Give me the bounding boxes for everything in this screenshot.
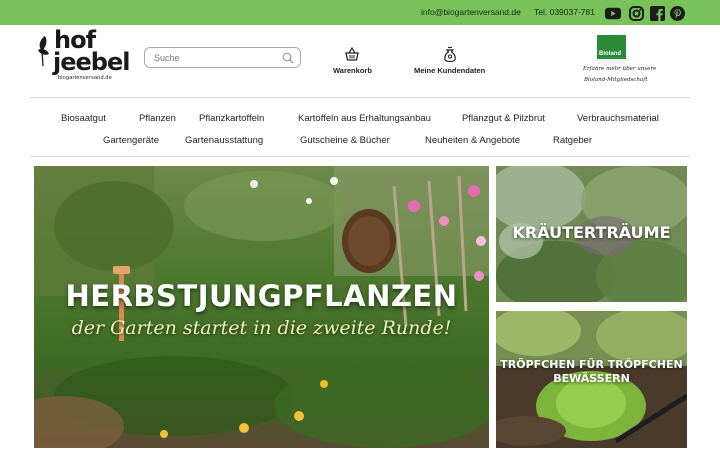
- cart-label: Warenkorb: [333, 66, 372, 75]
- bioland-logo-text: Bioland: [599, 51, 621, 57]
- bioland-logo: Bioland: [597, 35, 626, 64]
- banner-kraeutertraeume[interactable]: KRÄUTERTRÄUME: [496, 166, 687, 302]
- nav-gartengeraete[interactable]: Gartengeräte: [103, 135, 159, 146]
- nav-gutscheine-buecher[interactable]: Gutscheine & Bücher: [300, 135, 390, 146]
- nav-pflanzkartoffeln[interactable]: Pflanzkartoffeln: [199, 113, 264, 124]
- bewaesserung-title-line1: TRÖPFCHEN FÜR TRÖPFCHEN: [500, 358, 683, 371]
- facebook-icon[interactable]: [649, 5, 665, 21]
- nav-neuheiten-angebote[interactable]: Neuheiten & Angebote: [425, 135, 520, 146]
- hero-title: HERBSTJUNGPFLANZEN: [65, 279, 458, 313]
- nav-ratgeber[interactable]: Ratgeber: [553, 135, 592, 146]
- nav-pflanzgut-pilzbrut[interactable]: Pflanzgut & Pilzbrut: [462, 113, 545, 124]
- contact-phone: Tel. 039037-781: [534, 7, 595, 17]
- nav-pflanzen[interactable]: Pflanzen: [139, 113, 176, 124]
- header-divider: [30, 97, 690, 98]
- bewaesserung-title: TRÖPFCHEN FÜR TRÖPFCHEN BEWÄSSERN: [496, 358, 687, 386]
- kraeutertraeume-title: KRÄUTERTRÄUME: [512, 223, 671, 242]
- nav-biosaatgut[interactable]: Biosaatgut: [61, 113, 106, 124]
- hero-subtitle: der Garten startet in die zweite Runde!: [71, 317, 452, 339]
- hero-banner-herbstjungpflanzen[interactable]: HERBSTJUNGPFLANZEN der Garten startet in…: [34, 166, 489, 448]
- logo-url: biogartenversand.de: [58, 75, 112, 81]
- search-box: [144, 47, 301, 68]
- nav-gartenausstattung[interactable]: Gartenausstattung: [185, 135, 263, 146]
- pinterest-icon[interactable]: [669, 5, 685, 21]
- basket-icon: [345, 46, 360, 61]
- bioland-tagline-line2: Bioland-Mitgliedschaft: [584, 77, 648, 83]
- contact-email-link[interactable]: info@biogartenversand.de: [421, 7, 521, 17]
- bioland-tagline-line1: Erfahre mehr über unsere: [583, 66, 657, 72]
- search-icon[interactable]: [282, 52, 294, 64]
- search-input[interactable]: [154, 51, 274, 65]
- nav-verbrauchsmaterial[interactable]: Verbrauchsmaterial: [577, 113, 659, 124]
- top-bar: info@biogartenversand.de Tel. 039037-781: [0, 0, 720, 25]
- leaf-logo-icon: [38, 36, 49, 67]
- hof-jeebel-logo[interactable]: hof jeebel biogartenversand.de: [36, 28, 130, 85]
- cart-button[interactable]: Warenkorb: [333, 46, 372, 75]
- bewaesserung-title-line2: BEWÄSSERN: [553, 372, 630, 385]
- nav-divider: [30, 156, 690, 157]
- youtube-icon[interactable]: [605, 5, 621, 21]
- instagram-icon[interactable]: [628, 5, 644, 21]
- user-sack-icon: [443, 46, 456, 62]
- account-label: Meine Kundendaten: [414, 66, 486, 75]
- nav-kartoffeln-erhaltungsanbau[interactable]: Kartoffeln aus Erhaltungsanbau: [298, 113, 431, 124]
- logo-text-line2: jeebel: [53, 48, 130, 76]
- account-button[interactable]: Meine Kundendaten: [414, 46, 485, 75]
- bioland-membership-badge[interactable]: Bioland Erfahre mehr über unsere Bioland…: [582, 35, 657, 90]
- banner-bewaesserung[interactable]: TRÖPFCHEN FÜR TRÖPFCHEN BEWÄSSERN: [496, 311, 687, 448]
